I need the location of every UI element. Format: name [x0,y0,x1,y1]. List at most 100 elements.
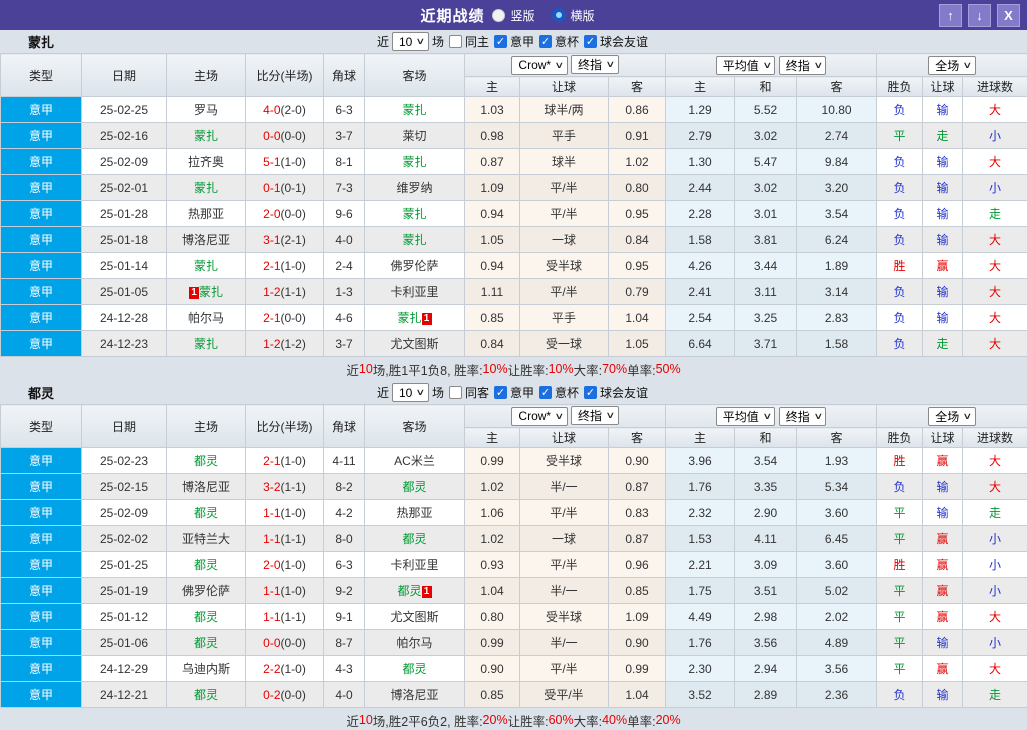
away-odds-cell: 1.09 [607,603,667,630]
fulltime-score: 0-0 [263,128,281,143]
horizontal-layout-radio[interactable] [551,8,566,22]
fulltime-score: 2-0 [263,557,281,572]
chevron-down-icon: ∨ [962,59,973,70]
away-odds-cell: 0.95 [607,200,667,227]
date-cell: 24-12-21 [81,681,167,708]
score-cell: 2-0(0-0) [245,200,324,227]
match-row: 意甲 25-01-14 蒙扎 2-1(1-0) 2-4 佛罗伦萨 0.94 受半球 0.95 4.… [0,252,1027,279]
match-count-select[interactable]: 10 ∨ [391,383,429,402]
handicap-result-cell: 输 [922,278,964,305]
col-score: 比分(半场) [245,53,324,97]
move-down-button[interactable]: ↓ [968,3,991,27]
result-cell: 平 [876,629,924,656]
team-label: 都灵 [193,506,218,520]
team-label: 佛罗伦萨 [181,584,230,598]
filter-bar: 都灵 近 10 ∨ 场 同客 ✓ 意甲 ✓ 意杯 ✓ 球会友谊 [0,381,1027,404]
league-serie-a-checkbox[interactable]: ✓ [493,386,507,399]
team-label: 维罗纳 [396,181,433,195]
away-team-cell: 尤文图斯 [364,603,465,630]
avg-away-cell: 9.84 [796,148,878,175]
match-count-select[interactable]: 10 ∨ [391,32,429,51]
score-cell: 1-1(1-0) [245,577,324,604]
period-select[interactable]: 全场 ∨ [928,55,976,75]
home-team-cell: 都灵 [166,447,246,474]
avg-draw-cell: 2.90 [734,499,798,526]
bookmaker-select[interactable]: Crow* ∨ [511,55,568,75]
corner-cell: 9-6 [323,200,365,227]
average-stage-select[interactable]: 终指 ∨ [778,55,827,75]
handicap-result-cell: 走 [922,330,964,357]
date-cell: 25-01-19 [81,577,167,604]
summary-text: 60% [548,713,574,727]
odds-stage-select[interactable]: 终指 ∨ [571,55,619,75]
summary-text: 20% [655,713,681,727]
period-select[interactable]: 全场 ∨ [928,406,976,426]
handicap-cell: 平手 [519,304,609,331]
average-select[interactable]: 平均值 ∨ [715,55,776,75]
league-cell: 意甲 [0,447,82,474]
chevron-down-icon: ∨ [762,59,773,70]
avg-draw-cell: 5.47 [734,148,798,175]
handicap-result-cell: 输 [922,681,964,708]
average-select[interactable]: 平均值 ∨ [715,406,776,426]
match-row: 意甲 25-02-16 蒙扎 0-0(0-0) 3-7 莱切 0.98 平手 0.91 2.79 3… [0,122,1027,149]
avg-home-cell: 4.49 [665,603,736,630]
red-card-badge: 1 [421,313,432,325]
near-label: 近 [376,386,389,400]
halftime-score: (0-0) [280,687,306,702]
date-cell: 25-02-09 [81,499,167,526]
date-cell: 25-01-14 [81,252,167,279]
goals-result-cell: 大 [962,330,1027,357]
goals-result-cell: 大 [962,278,1027,305]
avg-home-cell: 1.30 [665,148,736,175]
match-row: 意甲 25-02-23 都灵 2-1(1-0) 4-11 AC米兰 0.99 受半球 0.90 3… [0,447,1027,474]
bookmaker-select[interactable]: Crow* ∨ [511,406,568,426]
col-date: 日期 [81,404,167,448]
league-friendly-checkbox[interactable]: ✓ [584,35,597,48]
near-label: 近 [376,35,389,49]
handicap-result-cell: 输 [922,96,964,123]
col-avg-draw: 和 [734,76,798,97]
fulltime-score: 2-2 [263,661,281,676]
chevron-down-icon: ∨ [554,410,565,421]
league-friendly-label: 球会友谊 [600,35,649,49]
date-cell: 24-12-29 [81,655,167,682]
handicap-cell: 半/一 [519,577,609,604]
away-odds-cell: 0.86 [607,96,667,123]
same-venue-checkbox[interactable] [448,35,462,48]
league-cup-label: 意杯 [554,35,579,49]
avg-away-cell: 3.54 [796,200,878,227]
league-cell: 意甲 [0,473,82,500]
move-up-button[interactable]: ↑ [939,3,962,27]
col-odds-home: 主 [464,427,520,448]
halftime-score: (0-0) [280,310,306,325]
home-odds-cell: 1.02 [464,473,520,500]
same-venue-checkbox[interactable] [448,386,462,399]
odds-stage-select[interactable]: 终指 ∨ [571,406,619,426]
fulltime-score: 2-1 [263,258,281,273]
fulltime-score: 4-0 [263,102,281,117]
league-friendly-checkbox[interactable]: ✓ [584,386,597,399]
home-team-cell: 都灵 [166,603,246,630]
home-team-cell: 蒙扎 [166,330,246,357]
home-team-cell: 都灵 [166,551,246,578]
score-cell: 2-1(1-0) [245,252,324,279]
league-cup-checkbox[interactable]: ✓ [538,35,552,48]
date-cell: 25-01-25 [81,551,167,578]
fulltime-score: 2-1 [263,453,281,468]
average-stage-select[interactable]: 终指 ∨ [778,406,827,426]
avg-home-cell: 2.21 [665,551,736,578]
away-team-cell: 博洛尼亚 [364,681,465,708]
average-stage-value: 终指 [785,409,810,424]
league-cup-checkbox[interactable]: ✓ [538,386,552,399]
fulltime-score: 3-2 [263,479,281,494]
league-serie-a-checkbox[interactable]: ✓ [493,35,507,48]
avg-draw-cell: 2.98 [734,603,798,630]
vertical-layout-radio[interactable] [492,8,506,22]
avg-draw-cell: 3.01 [734,200,798,227]
titlebar-buttons: ↑ ↓ X [939,3,1027,27]
avg-draw-cell: 3.54 [734,447,798,474]
team-label: 帕尔马 [396,636,433,650]
team-label: 罗马 [193,103,218,117]
close-button[interactable]: X [997,3,1020,27]
